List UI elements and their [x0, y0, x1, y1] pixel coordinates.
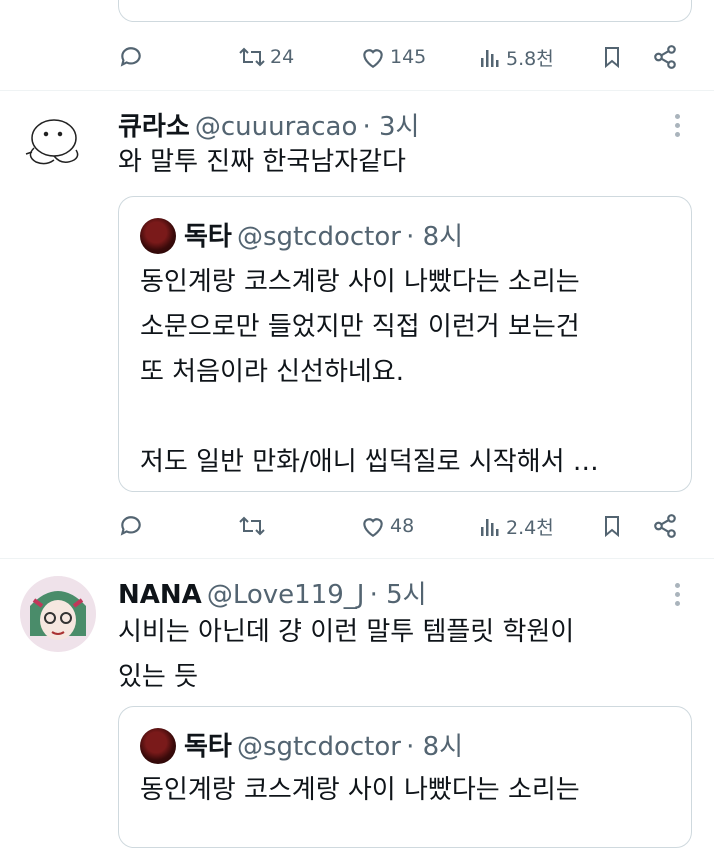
avatar[interactable] — [20, 576, 96, 652]
like-button[interactable]: 48 — [360, 513, 414, 539]
quote-timestamp: · 8시 — [406, 222, 464, 252]
like-count: 48 — [390, 515, 415, 537]
quote-handle: @sgtcdoctor — [236, 222, 401, 252]
views-count: 5.8천 — [506, 48, 554, 70]
share-icon — [654, 45, 676, 69]
quote-line: 동인계랑 코스계랑 사이 나빴다는 소리는 — [140, 775, 580, 805]
more-options-icon[interactable] — [675, 114, 681, 141]
tweet-text: 와 말투 진짜 한국남자같다 — [118, 147, 406, 177]
views-icon — [481, 49, 499, 67]
reply-icon — [120, 516, 141, 536]
quote-timestamp: · 8시 — [406, 732, 464, 762]
quote-text: 동인계랑 코스계랑 사이 나빴다는 소리는 — [140, 768, 680, 813]
bookmark-icon — [605, 47, 619, 69]
prev-quote-card[interactable] — [118, 0, 692, 22]
timestamp[interactable]: · 5시 — [370, 580, 427, 610]
tweet-text: 시비는 아닌데 걍 이런 말투 템플릿 학원이 있는 듯 — [118, 610, 688, 700]
share-icon — [654, 514, 676, 538]
bookmark-icon — [605, 516, 619, 538]
more-options-icon[interactable] — [675, 583, 681, 610]
quote-line: 또 처음이라 신선하네요. — [140, 357, 404, 387]
share-button[interactable] — [652, 44, 678, 70]
reply-icon — [120, 47, 141, 67]
display-name[interactable]: 큐라소 — [118, 112, 190, 142]
quote-display-name: 독타 — [184, 732, 232, 762]
avatar-anime-icon — [20, 576, 96, 652]
reply-button[interactable] — [118, 513, 144, 539]
avatar[interactable] — [20, 108, 88, 176]
retweet-icon — [239, 516, 265, 536]
user-handle[interactable]: @cuuuracao — [195, 112, 358, 142]
quote-header: 독타 @sgtcdoctor · 8시 — [184, 216, 463, 253]
retweet-count: 24 — [270, 46, 295, 68]
divider — [0, 90, 714, 91]
tweet-line: 시비는 아닌데 걍 이런 말투 템플릿 학원이 — [118, 617, 575, 647]
quote-avatar — [140, 728, 176, 764]
reply-button[interactable] — [118, 44, 144, 70]
views-button[interactable]: 2.4천 — [478, 513, 554, 540]
tweet2-header: NANA @Love119_J · 5시 — [118, 574, 427, 611]
retweet-icon — [239, 47, 265, 67]
retweet-button[interactable]: 24 — [238, 44, 294, 70]
retweet-button[interactable] — [238, 513, 270, 539]
bookmark-button[interactable] — [600, 513, 624, 539]
timestamp[interactable]: · 3시 — [362, 112, 419, 142]
display-name[interactable]: NANA — [118, 580, 202, 610]
bookmark-button[interactable] — [600, 44, 624, 70]
quote-line: 동인계랑 코스계랑 사이 나빴다는 소리는 — [140, 267, 580, 297]
views-button[interactable]: 5.8천 — [478, 44, 554, 71]
like-count: 145 — [390, 46, 427, 68]
quote-line — [140, 395, 680, 440]
user-handle[interactable]: @Love119_J — [207, 580, 365, 610]
tweet1-header: 큐라소 @cuuuracao · 3시 — [118, 106, 419, 143]
heart-icon — [363, 518, 383, 538]
heart-icon — [363, 49, 383, 69]
quote-line: 저도 일반 만화/애니 씹덕질로 시작해서 … — [140, 447, 599, 477]
views-count: 2.4천 — [506, 517, 554, 539]
quote-handle: @sgtcdoctor — [236, 732, 401, 762]
quote-header: 독타 @sgtcdoctor · 8시 — [184, 726, 463, 763]
views-icon — [481, 518, 499, 536]
quote-display-name: 독타 — [184, 222, 232, 252]
divider — [0, 558, 714, 559]
like-button[interactable]: 145 — [360, 44, 426, 70]
avatar-sketch-icon — [25, 119, 79, 165]
quote-avatar — [140, 218, 176, 254]
quote-text: 동인계랑 코스계랑 사이 나빴다는 소리는 소문으로만 들었지만 직접 이런거 … — [140, 260, 680, 485]
share-button[interactable] — [652, 513, 678, 539]
quote-line: 소문으로만 들었지만 직접 이런거 보는건 — [140, 312, 580, 342]
tweet-line: 있는 듯 — [118, 662, 199, 692]
